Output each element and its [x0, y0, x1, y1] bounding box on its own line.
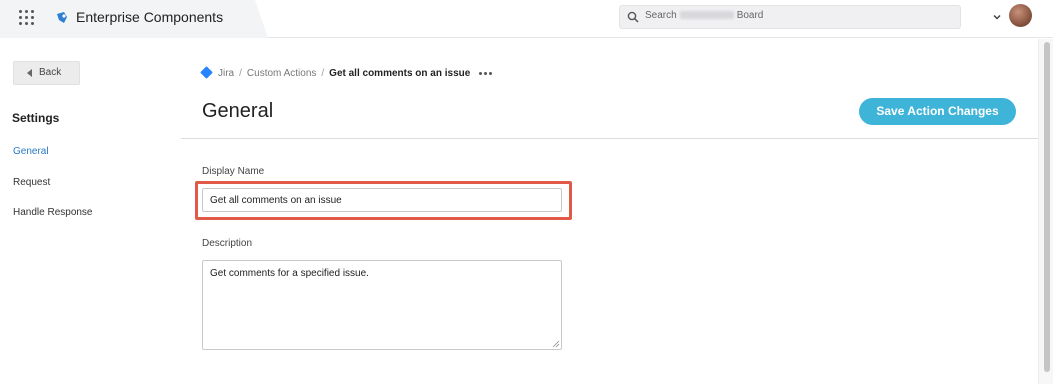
avatar[interactable] [1009, 4, 1032, 27]
scrollbar-thumb[interactable] [1044, 42, 1050, 372]
back-button-label: Back [39, 67, 62, 78]
header-divider [181, 138, 1038, 139]
description-label: Description [202, 238, 253, 249]
app-title: Enterprise Components [76, 9, 224, 25]
breadcrumb-jira[interactable]: Jira [218, 68, 234, 79]
jira-icon [200, 66, 213, 79]
chevron-down-icon[interactable] [992, 12, 1002, 22]
search-placeholder: Search Board [645, 10, 763, 21]
breadcrumb-current: Get all comments on an issue [329, 68, 471, 79]
sidebar-heading: Settings [12, 111, 60, 125]
sidebar-item-general[interactable]: General [13, 146, 49, 157]
more-options-icon[interactable] [479, 67, 494, 78]
search-placeholder-prefix: Search [645, 10, 677, 21]
display-name-field[interactable] [202, 188, 562, 212]
back-arrow-icon [27, 69, 32, 77]
search-input[interactable]: Search Board [619, 5, 961, 29]
page-title: General [202, 100, 274, 122]
display-name-label: Display Name [202, 166, 265, 177]
breadcrumb-separator: / [239, 68, 242, 79]
resize-handle-icon[interactable] [552, 340, 560, 348]
save-action-changes-button[interactable]: Save Action Changes [859, 98, 1016, 125]
brand-icon [57, 12, 67, 23]
breadcrumb-separator: / [321, 68, 325, 79]
sidebar-item-request[interactable]: Request [13, 177, 50, 188]
search-placeholder-suffix: Board [736, 10, 764, 21]
back-button[interactable]: Back [13, 61, 80, 85]
sidebar-item-handle-response[interactable]: Handle Response [13, 207, 93, 218]
description-field[interactable]: Get comments for a specified issue. [202, 260, 562, 350]
search-icon [627, 11, 639, 23]
breadcrumb-custom-actions[interactable]: Custom Actions [247, 68, 316, 79]
blurred-text [679, 11, 734, 20]
breadcrumb: Jira / Custom Actions / Get all comments on … [200, 66, 494, 79]
top-bar: Enterprise Components Search Board [0, 0, 1053, 38]
apps-grid-icon[interactable] [18, 9, 35, 26]
sidebar: Back Settings General Request Handle Res… [0, 39, 181, 384]
